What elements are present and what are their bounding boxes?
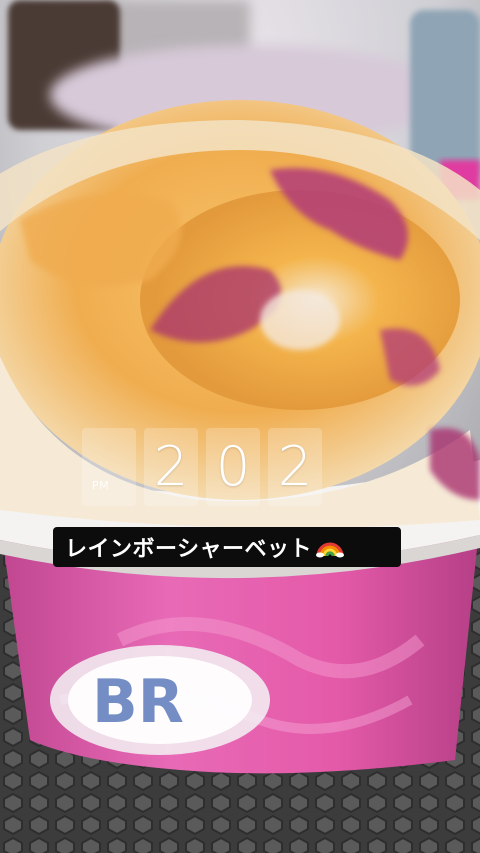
time-sticker[interactable]: PM 2 0 2	[82, 428, 322, 506]
caption-text: レインボーシャーベット	[65, 537, 313, 562]
ice-cream-photo: BR	[0, 0, 480, 853]
rainbow-emoji-icon	[316, 542, 345, 558]
time-ampm-label: PM	[82, 428, 136, 506]
time-digit-minute-tens: 0	[206, 428, 260, 506]
br-logo-text: BR	[92, 667, 184, 737]
time-digit-hour: 2	[144, 428, 198, 506]
time-digit-minute-ones: 2	[268, 428, 322, 506]
story-screen: BR PM 2 0 2 レインボーシャーベット	[0, 0, 480, 853]
caption-text-sticker[interactable]: レインボーシャーベット	[53, 527, 401, 567]
